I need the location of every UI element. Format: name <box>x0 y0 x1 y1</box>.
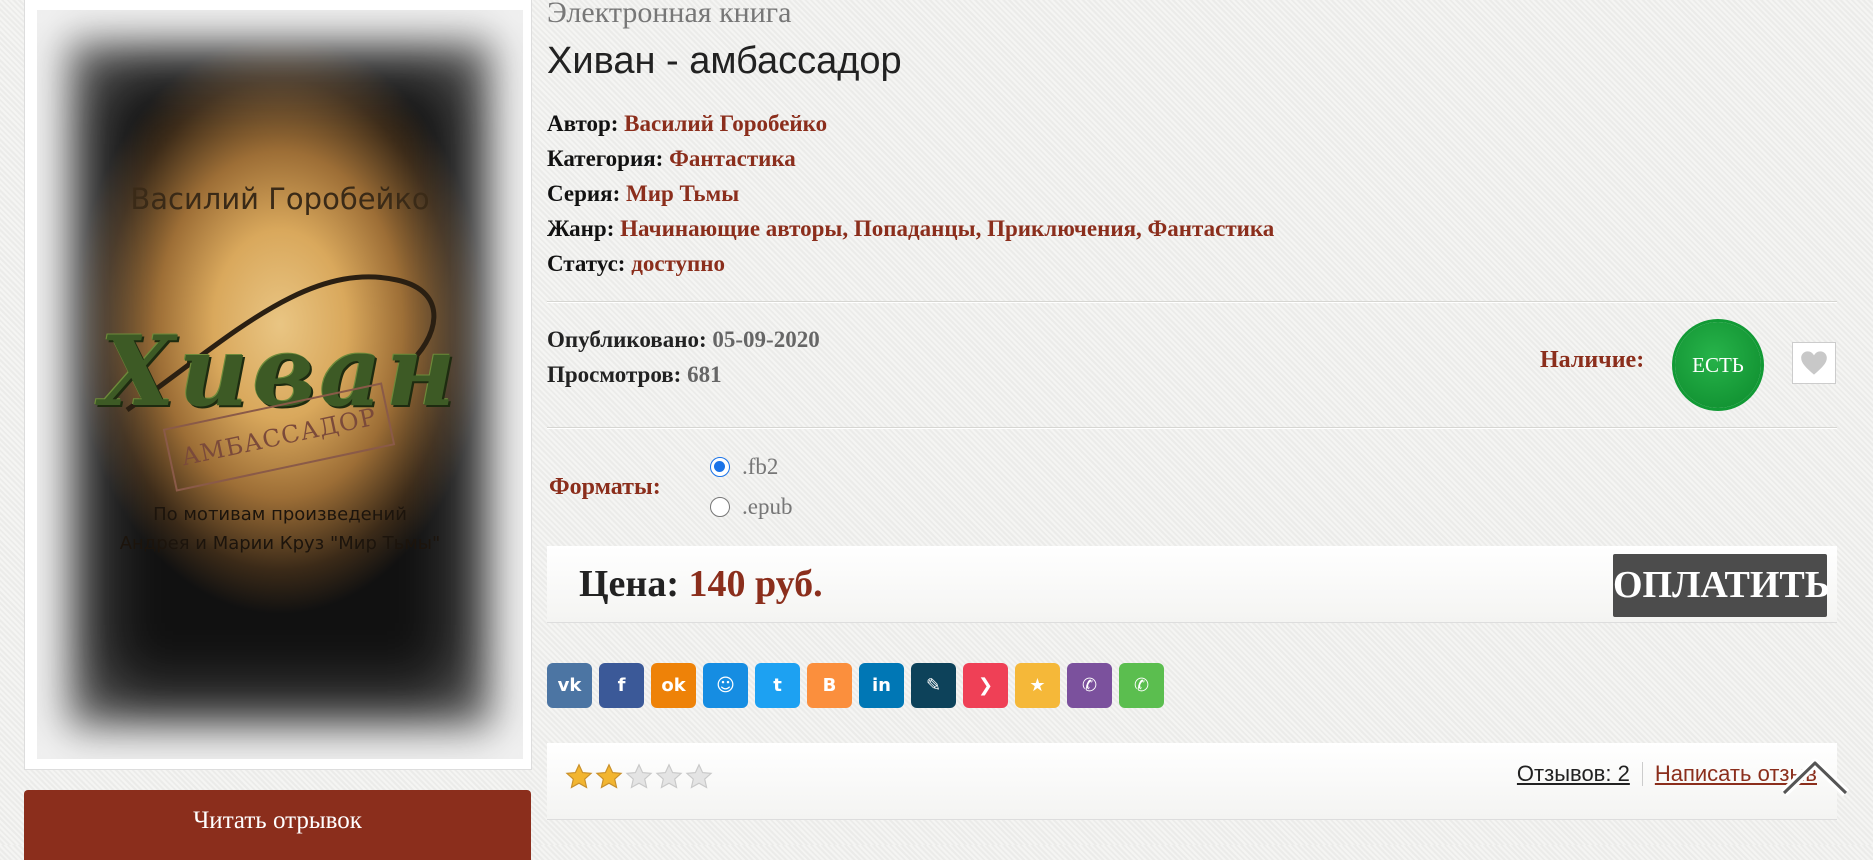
share-livejournal-button[interactable]: ✎ <box>911 663 956 708</box>
meta-genre-row: Жанр: Начинающие авторы, Попаданцы, Прик… <box>547 211 1274 246</box>
whatsapp-icon: ✆ <box>1133 675 1150 696</box>
cover-tagline: По мотивам произведений Андрея и Марии К… <box>37 500 523 558</box>
share-surfingbird-button[interactable]: ★ <box>1015 663 1060 708</box>
odnoklassniki-icon: ok <box>661 675 686 696</box>
book-cover-image[interactable]: Василий Горобейко Хиван АМБАССАДОР По мо… <box>37 10 523 759</box>
price: Цена: 140 руб. <box>579 562 823 606</box>
views-count: 681 <box>687 362 722 387</box>
published-row: Опубликовано: 05-09-2020 <box>547 322 820 357</box>
blogger-icon: B <box>822 675 837 696</box>
author-link[interactable]: Василий Горобейко <box>624 111 827 136</box>
format-option-epub[interactable]: .epub <box>710 494 792 520</box>
availability-label: Наличие: <box>1540 347 1645 373</box>
genre-link[interactable]: Фантастика <box>1148 216 1275 241</box>
formats-label: Форматы: <box>549 474 661 500</box>
views-label: Просмотров: <box>547 362 682 387</box>
share-moimir-button[interactable]: ☺ <box>703 663 748 708</box>
genre-link[interactable]: Приключения <box>987 216 1136 241</box>
livejournal-icon: ✎ <box>925 675 942 696</box>
divider <box>1641 762 1643 786</box>
rating-box: Отзывов: 2 Написать отзыв <box>547 743 1837 820</box>
viber-icon: ✆ <box>1081 675 1098 696</box>
views-row: Просмотров: 681 <box>547 357 820 392</box>
genre-link[interactable]: Попаданцы <box>854 216 976 241</box>
published-label: Опубликовано: <box>547 327 707 352</box>
category-link[interactable]: Фантастика <box>669 146 796 171</box>
price-box: Цена: 140 руб. ОПЛАТИТЬ <box>547 546 1837 623</box>
genre-label: Жанр: <box>547 216 615 241</box>
share-facebook-button[interactable]: f <box>599 663 644 708</box>
price-amount: 140 руб. <box>688 563 823 605</box>
format-option-fb2[interactable]: .fb2 <box>710 454 778 480</box>
facebook-icon: f <box>617 675 626 696</box>
format-label-epub: .epub <box>742 494 793 519</box>
divider <box>547 427 1837 429</box>
category-label: Категория: <box>547 146 664 171</box>
format-label-fb2: .fb2 <box>742 454 779 479</box>
meta-author-row: Автор: Василий Горобейко <box>547 106 1274 141</box>
share-odnoklassniki-button[interactable]: ok <box>651 663 696 708</box>
book-cover-frame: Василий Горобейко Хиван АМБАССАДОР По мо… <box>24 0 532 770</box>
radio-epub[interactable] <box>710 497 730 517</box>
star-empty-icon[interactable] <box>685 763 713 791</box>
favorite-button[interactable] <box>1792 342 1836 384</box>
meta-category-row: Категория: Фантастика <box>547 141 1274 176</box>
series-label: Серия: <box>547 181 621 206</box>
genre-separator: , <box>1136 216 1148 241</box>
cover-tagline-line-2: Андрея и Марии Круз "Мир Тьмы" <box>119 533 441 554</box>
scroll-to-top-icon[interactable] <box>1780 757 1850 797</box>
status-label: Статус: <box>547 251 626 276</box>
radio-fb2[interactable] <box>710 457 730 477</box>
star-rating[interactable] <box>565 763 713 791</box>
status-value: доступно <box>631 251 726 276</box>
author-label: Автор: <box>547 111 619 136</box>
reviews-count-link[interactable]: Отзывов: 2 <box>1517 761 1630 787</box>
meta-series-row: Серия: Мир Тьмы <box>547 176 1274 211</box>
star-empty-icon[interactable] <box>655 763 683 791</box>
star-empty-icon[interactable] <box>625 763 653 791</box>
read-excerpt-button[interactable]: Читать отрывок <box>24 790 531 860</box>
product-kind: Электронная книга <box>547 0 792 29</box>
book-title: Хиван - амбассадор <box>547 40 902 82</box>
star-filled-icon[interactable] <box>565 763 593 791</box>
star-filled-icon[interactable] <box>595 763 623 791</box>
share-whatsapp-button[interactable]: ✆ <box>1119 663 1164 708</box>
heart-icon <box>1801 351 1827 375</box>
share-vk-button[interactable]: vk <box>547 663 592 708</box>
twitter-icon: t <box>773 675 782 696</box>
vk-icon: vk <box>557 675 582 696</box>
share-linkedin-button[interactable]: in <box>859 663 904 708</box>
pocket-icon: ❯ <box>977 675 994 696</box>
surfingbird-icon: ★ <box>1029 675 1046 696</box>
share-twitter-button[interactable]: t <box>755 663 800 708</box>
share-viber-button[interactable]: ✆ <box>1067 663 1112 708</box>
share-pocket-button[interactable]: ❯ <box>963 663 1008 708</box>
reviews-links: Отзывов: 2 Написать отзыв <box>1517 761 1817 787</box>
book-stats: Опубликовано: 05-09-2020 Просмотров: 681 <box>547 322 820 392</box>
cover-tagline-line-1: По мотивам произведений <box>153 504 407 525</box>
genre-link[interactable]: Начинающие авторы <box>620 216 842 241</box>
linkedin-icon: in <box>872 675 891 696</box>
share-blogger-button[interactable]: B <box>807 663 852 708</box>
genre-separator: , <box>975 216 988 241</box>
moimir-icon: ☺ <box>716 675 735 696</box>
share-buttons: vk f ok ☺ t B in ✎ ❯ ★ ✆ ✆ <box>547 663 1164 708</box>
genre-separator: , <box>842 216 854 241</box>
cover-author: Василий Горобейко <box>130 182 430 216</box>
divider <box>547 301 1837 303</box>
book-meta: Автор: Василий Горобейко Категория: Фант… <box>547 106 1274 281</box>
series-link[interactable]: Мир Тьмы <box>626 181 739 206</box>
published-date: 05-09-2020 <box>712 327 820 352</box>
meta-status-row: Статус: доступно <box>547 246 1274 281</box>
availability-badge: ЕСТЬ <box>1675 322 1761 408</box>
price-label: Цена: <box>579 563 679 605</box>
pay-button[interactable]: ОПЛАТИТЬ <box>1613 554 1830 617</box>
